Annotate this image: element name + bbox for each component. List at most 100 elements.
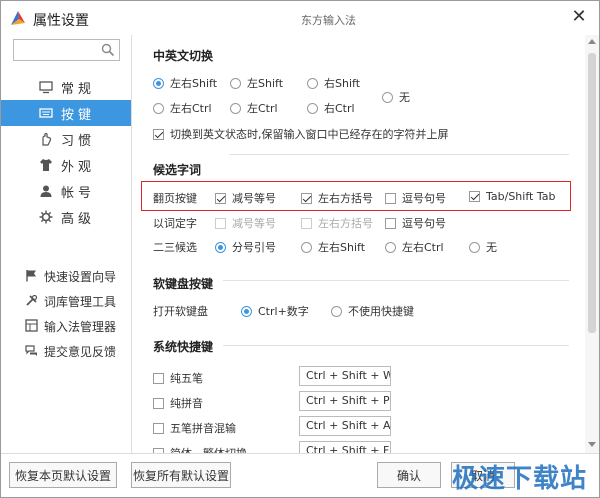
radio-left-shift[interactable]: 左Shift [230, 75, 283, 91]
hotkey-mixed-checkbox[interactable]: 五笔拼音混输 [153, 420, 236, 436]
sidebar-item-general[interactable]: 常规 [1, 74, 131, 100]
feedback-link[interactable]: 提交意见反馈 [1, 339, 131, 363]
app-logo-icon [11, 11, 25, 25]
tool-label: 输入法管理器 [44, 320, 117, 334]
radio-lr-shift[interactable]: 左右Shift [153, 75, 217, 91]
checkbox-box [385, 217, 396, 229]
checkbox-box [215, 217, 226, 229]
radio-dot [301, 241, 312, 253]
radio-right-shift[interactable]: 右Shift [307, 75, 360, 91]
page-keys-label: 翻页按键 [153, 192, 197, 205]
keep-text-checkbox[interactable]: 切换到英文状态时,保留输入窗口中已经存在的字符并上屏 [153, 126, 449, 142]
checkbox-box [153, 397, 164, 409]
checkbox-box [153, 128, 164, 140]
hotkey-pinyin-field[interactable]: Ctrl + Shift + P [299, 391, 391, 411]
ok-button[interactable]: 确认 [377, 462, 441, 488]
tool-label: 快速设置向导 [44, 270, 117, 284]
select-word-brackets[interactable]: 左右方括号 [301, 215, 373, 231]
page-key-tab[interactable]: Tab/Shift Tab [469, 190, 555, 203]
sidebar-item-advanced[interactable]: 高级 [1, 204, 131, 230]
radio-lr-ctrl[interactable]: 左右Ctrl [153, 100, 212, 116]
radio-dot [241, 305, 252, 317]
hotkey-pinyin-checkbox[interactable]: 纯拼音 [153, 395, 203, 411]
scroll-down-arrow-icon[interactable] [588, 442, 596, 447]
watermark-text: 极速下载站 [451, 464, 587, 494]
radio-left-ctrl[interactable]: 左Ctrl [230, 100, 278, 116]
tool-label: 词库管理工具 [44, 295, 117, 309]
user-icon [40, 185, 52, 197]
scroll-thumb[interactable] [588, 53, 596, 333]
search-box[interactable] [13, 39, 120, 61]
radio-second-none[interactable]: 无 [469, 239, 497, 255]
page-key-comma-period[interactable]: 逗号句号 [385, 190, 446, 206]
select-word-minus-equal[interactable]: 减号等号 [215, 215, 276, 231]
radio-switch-none[interactable]: 无 [382, 89, 410, 105]
radio-dot [153, 77, 164, 89]
radio-ctrl-number[interactable]: Ctrl+数字 [241, 303, 309, 319]
shirt-icon [40, 159, 52, 171]
select-word-comma-period[interactable]: 逗号句号 [385, 215, 446, 231]
section-title-candidates: 候选字词 [153, 163, 202, 177]
checkbox-box [153, 372, 164, 384]
radio-no-hotkey[interactable]: 不使用快捷键 [331, 303, 414, 319]
grid-icon [25, 319, 38, 332]
checkbox-box [301, 192, 312, 204]
section-title-switch: 中英文切换 [153, 49, 214, 63]
chat-icon [25, 345, 37, 356]
sidebar: 常规 按键 习惯 外观 帐号 高级 快速设置向导 词库管理工具 输入法管理器 提… [1, 35, 132, 453]
sidebar-item-label: 外观 [61, 159, 96, 175]
restore-page-defaults-button[interactable]: 恢复本页默认设置 [9, 462, 117, 488]
quick-setup-wizard-link[interactable]: 快速设置向导 [1, 264, 131, 288]
sidebar-item-keys[interactable]: 按键 [1, 100, 131, 126]
radio-dot [153, 102, 164, 114]
sidebar-item-label: 按键 [61, 107, 96, 123]
radio-dot [230, 102, 241, 114]
page-key-brackets[interactable]: 左右方括号 [301, 190, 373, 206]
radio-right-ctrl[interactable]: 右Ctrl [307, 100, 355, 116]
restore-all-defaults-button[interactable]: 恢复所有默认设置 [131, 462, 231, 488]
hotkey-mixed-field[interactable]: Ctrl + Shift + A [299, 416, 391, 436]
select-word-label: 以词定字 [153, 217, 197, 230]
radio-second-lr-shift[interactable]: 左右Shift [301, 239, 365, 255]
title-bar: 属性设置 东方输入法 ✕ [1, 1, 599, 35]
hotkey-wubi-field[interactable]: Ctrl + Shift + W [299, 366, 391, 386]
window-title: 属性设置 [33, 13, 89, 29]
divider [229, 154, 569, 155]
radio-semicolon-quote[interactable]: 分号引号 [215, 239, 276, 255]
radio-dot [307, 77, 318, 89]
search-icon[interactable] [101, 43, 115, 57]
close-button[interactable]: ✕ [569, 7, 589, 27]
bottom-bar: 恢复本页默认设置 恢复所有默认设置 确认 取消 极速下载站 [1, 453, 599, 497]
radio-second-lr-ctrl[interactable]: 左右Ctrl [385, 239, 444, 255]
radio-dot [230, 77, 241, 89]
sidebar-item-account[interactable]: 帐号 [1, 178, 131, 204]
checkbox-box [469, 191, 480, 202]
hotkey-trad-simp-checkbox[interactable]: 简体 - 繁体切换 [153, 445, 247, 453]
scroll-up-arrow-icon[interactable] [588, 39, 596, 44]
sidebar-item-habits[interactable]: 习惯 [1, 126, 131, 152]
radio-dot [307, 102, 318, 114]
search-input[interactable] [14, 40, 98, 60]
page-key-minus-equal[interactable]: 减号等号 [215, 190, 276, 206]
section-title-hotkeys: 系统快捷键 [153, 340, 214, 354]
divider [223, 345, 569, 346]
sidebar-item-label: 常规 [61, 81, 96, 97]
checkbox-box [385, 192, 396, 204]
settings-panel: 中英文切换 左右Shift 左Shift 右Shift 左右Ctrl 左Ctrl… [133, 35, 583, 453]
sidebar-item-appearance[interactable]: 外观 [1, 152, 131, 178]
checkbox-box [153, 422, 164, 434]
hotkey-trad-simp-field[interactable]: Ctrl + Shift + F [299, 441, 391, 453]
ime-manager-link[interactable]: 输入法管理器 [1, 314, 131, 338]
dictionary-manager-link[interactable]: 词库管理工具 [1, 289, 131, 313]
radio-dot [215, 241, 226, 253]
radio-dot [382, 91, 393, 103]
hotkey-wubi-checkbox[interactable]: 纯五笔 [153, 370, 203, 386]
radio-dot [331, 305, 342, 317]
flag-icon [26, 270, 36, 282]
radio-dot [385, 241, 396, 253]
divider [223, 280, 569, 281]
hand-icon [42, 132, 52, 146]
vertical-scrollbar[interactable] [585, 35, 599, 453]
tool-label: 提交意见反馈 [44, 345, 117, 359]
radio-dot [469, 241, 480, 253]
